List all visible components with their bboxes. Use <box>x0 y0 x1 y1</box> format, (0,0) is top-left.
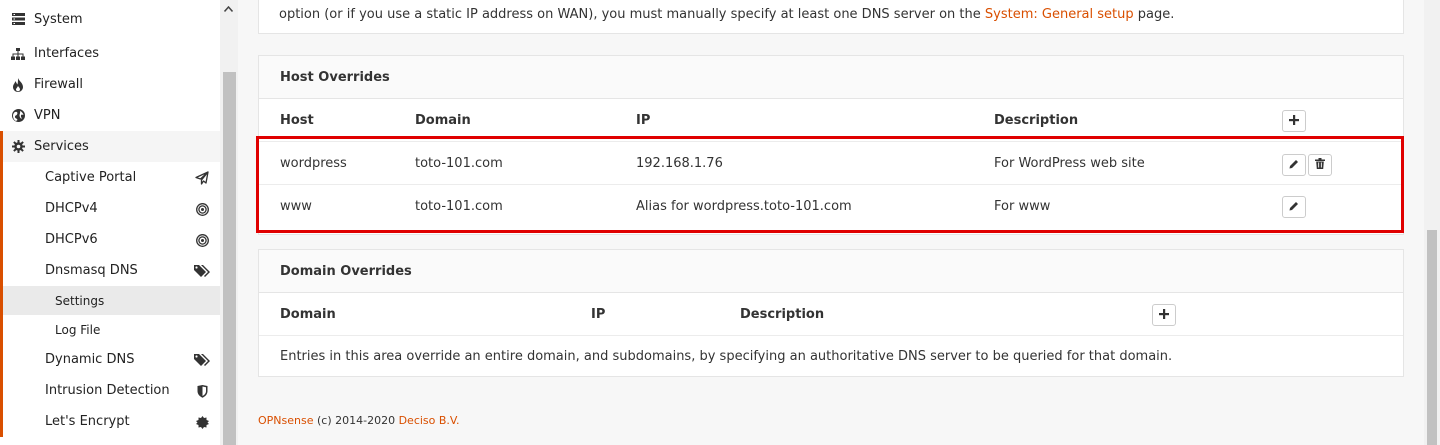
scroll-up-icon[interactable] <box>223 4 234 15</box>
main-scrollbar[interactable] <box>1424 0 1440 445</box>
sidebar-item-lets-encrypt[interactable]: Let's Encrypt <box>3 406 220 437</box>
sidebar-item-dhcpv4[interactable]: DHCPv4 <box>3 193 220 224</box>
column-header-ip: IP <box>591 307 606 322</box>
sitemap-icon <box>10 47 26 60</box>
sidebar-item-captive-portal[interactable]: Captive Portal <box>3 162 220 193</box>
general-setup-link[interactable]: System: General setup <box>985 7 1134 22</box>
domain-overrides-header: Domain IP Description <box>259 293 1403 336</box>
main-scroll-thumb[interactable] <box>1427 230 1437 445</box>
sidebar-item-label: Interfaces <box>34 46 99 61</box>
paper-plane-icon <box>194 170 210 186</box>
tags-icon <box>194 352 210 368</box>
description-cell: For WordPress web site <box>994 156 1145 171</box>
pencil-icon <box>1289 158 1299 173</box>
shield-icon <box>194 383 210 399</box>
sidebar-item-label: Log File <box>55 322 101 337</box>
footer-copyright: (c) 2014-2020 <box>313 414 399 427</box>
trash-icon <box>1315 157 1325 173</box>
domain-overrides-title: Domain Overrides <box>259 250 1403 293</box>
column-header-domain: Domain <box>280 307 336 322</box>
gear-icon <box>10 140 26 153</box>
host-cell: www <box>280 199 312 214</box>
ip-cell: 192.168.1.76 <box>636 156 723 171</box>
sidebar-item-system[interactable]: System <box>0 0 220 38</box>
opnsense-link[interactable]: OPNsense <box>258 414 314 427</box>
sidebar-item-dhcpv6[interactable]: DHCPv6 <box>3 224 220 255</box>
sidebar: System Interfaces Firewall VPN Services <box>0 0 238 445</box>
sidebar-item-label: Services <box>34 139 89 154</box>
main-content: option (or if you use a static IP addres… <box>238 0 1424 445</box>
sidebar-item-label: Let's Encrypt <box>45 414 130 429</box>
edit-button[interactable] <box>1282 196 1306 218</box>
sidebar-item-label: System <box>34 11 83 27</box>
sidebar-item-dynamic-dns[interactable]: Dynamic DNS <box>3 344 220 375</box>
certificate-icon <box>194 414 210 430</box>
sidebar-scrollbar[interactable] <box>220 0 238 445</box>
fire-icon <box>10 77 26 92</box>
sidebar-scroll-thumb[interactable] <box>223 72 236 445</box>
column-header-description: Description <box>740 307 825 322</box>
sidebar-item-label: DHCPv4 <box>45 201 98 216</box>
footer: OPNsense (c) 2014-2020 Deciso B.V. <box>258 414 460 427</box>
globe-icon <box>10 109 26 122</box>
sidebar-item-label: VPN <box>34 108 61 123</box>
plus-icon <box>1289 114 1299 129</box>
domain-overrides-note: Entries in this area override an entire … <box>280 348 1173 364</box>
pencil-icon <box>1289 200 1299 215</box>
sidebar-menu: System Interfaces Firewall VPN Services <box>0 0 220 437</box>
sidebar-item-label: Captive Portal <box>45 170 137 185</box>
domain-cell: toto-101.com <box>415 199 503 214</box>
sidebar-item-vpn[interactable]: VPN <box>0 100 220 131</box>
sidebar-item-label: Intrusion Detection <box>45 383 170 398</box>
host-cell: wordpress <box>280 156 347 171</box>
dns-info-text-start: option (or if you use a static IP addres… <box>279 7 985 22</box>
bullseye-icon <box>194 201 210 217</box>
server-icon <box>10 13 26 25</box>
sidebar-item-services[interactable]: Services <box>0 131 220 162</box>
column-header-ip: IP <box>636 113 651 128</box>
delete-button[interactable] <box>1308 154 1332 176</box>
sidebar-item-settings[interactable]: Settings <box>3 286 220 315</box>
sidebar-item-firewall[interactable]: Firewall <box>0 69 220 100</box>
domain-overrides-panel: Domain Overrides Domain IP Description E… <box>258 249 1404 377</box>
dns-info-text-end: page. <box>1133 7 1175 22</box>
dns-info-text: option (or if you use a static IP addres… <box>279 7 1174 22</box>
sidebar-item-label: Firewall <box>34 77 84 92</box>
table-row: www toto-101.com Alias for wordpress.tot… <box>259 185 1403 228</box>
add-domain-override-button[interactable] <box>1152 304 1176 326</box>
tags-icon <box>194 263 210 279</box>
host-overrides-header: Host Domain IP Description <box>259 99 1403 142</box>
sidebar-item-dnsmasq-dns[interactable]: Dnsmasq DNS <box>3 255 220 286</box>
edit-button[interactable] <box>1282 154 1306 176</box>
sidebar-item-label: Dnsmasq DNS <box>45 263 138 278</box>
services-submenu: Captive Portal DHCPv4 DHCPv6 Dnsmasq DNS <box>0 162 220 437</box>
host-overrides-title: Host Overrides <box>259 56 1403 99</box>
host-overrides-panel: Host Overrides Host Domain IP Descriptio… <box>258 55 1404 235</box>
description-cell: For www <box>994 199 1051 214</box>
bullseye-icon <box>194 232 210 248</box>
sidebar-item-interfaces[interactable]: Interfaces <box>0 38 220 69</box>
sidebar-item-intrusion-detection[interactable]: Intrusion Detection <box>3 375 220 406</box>
dns-info-panel: option (or if you use a static IP addres… <box>258 0 1404 34</box>
deciso-link[interactable]: Deciso B.V. <box>399 414 460 427</box>
sidebar-item-label: Settings <box>55 293 105 308</box>
domain-cell: toto-101.com <box>415 156 503 171</box>
sidebar-item-label: DHCPv6 <box>45 232 98 247</box>
column-header-description: Description <box>994 113 1079 128</box>
sidebar-item-label: Dynamic DNS <box>45 352 135 367</box>
table-row: wordpress toto-101.com 192.168.1.76 For … <box>259 142 1403 185</box>
add-host-override-button[interactable] <box>1282 110 1306 132</box>
sidebar-item-log-file[interactable]: Log File <box>3 315 220 344</box>
plus-icon <box>1159 308 1169 323</box>
column-header-host: Host <box>280 113 314 128</box>
column-header-domain: Domain <box>415 113 471 128</box>
ip-cell: Alias for wordpress.toto-101.com <box>636 199 852 214</box>
